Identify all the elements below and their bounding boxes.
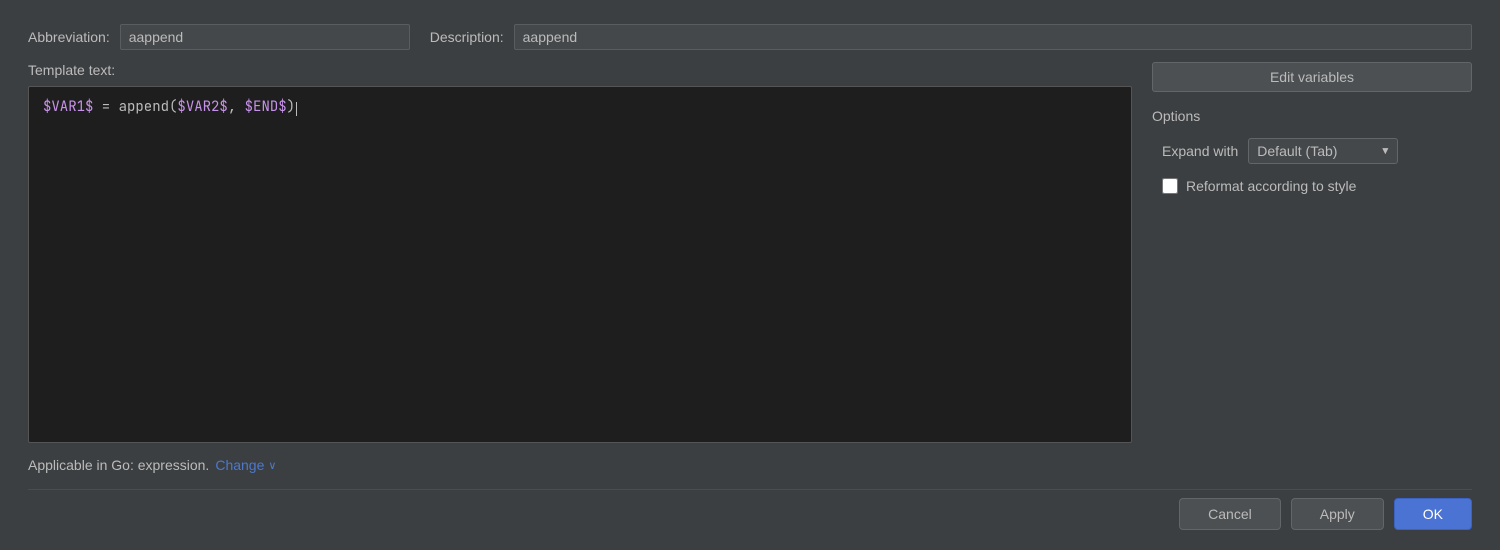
options-section: Options Expand with Default (Tab) Tab En… <box>1152 108 1472 194</box>
abbreviation-input[interactable] <box>120 24 410 50</box>
abbreviation-group: Abbreviation: <box>28 24 410 50</box>
code-eq: = <box>93 98 118 116</box>
options-panel: Edit variables Options Expand with Defau… <box>1152 62 1472 473</box>
code-var2: $VAR2$ <box>177 98 227 116</box>
bottom-bar: Cancel Apply OK <box>28 489 1472 530</box>
main-content-area: Template text: $VAR1$ = append($VAR2$, $… <box>28 62 1472 473</box>
dialog-container: Abbreviation: Description: Template text… <box>0 0 1500 550</box>
apply-button[interactable]: Apply <box>1291 498 1384 530</box>
change-chevron-icon: ∨ <box>268 459 276 472</box>
applicable-row: Applicable in Go: expression. Change ∨ <box>28 457 1132 473</box>
reformat-label[interactable]: Reformat according to style <box>1186 178 1356 194</box>
description-group: Description: <box>430 24 1472 50</box>
expand-with-select-wrapper: Default (Tab) Tab Enter Space ▼ <box>1248 138 1398 164</box>
expand-with-row: Expand with Default (Tab) Tab Enter Spac… <box>1152 138 1472 164</box>
code-end: $END$ <box>245 98 287 116</box>
code-comma: , <box>228 98 245 116</box>
code-fn: append( <box>119 98 178 116</box>
template-code-display[interactable]: $VAR1$ = append($VAR2$, $END$) <box>28 86 1132 443</box>
template-text-label: Template text: <box>28 62 1132 78</box>
expand-with-select[interactable]: Default (Tab) Tab Enter Space <box>1248 138 1398 164</box>
options-title: Options <box>1152 108 1472 124</box>
fields-row: Abbreviation: Description: <box>28 24 1472 50</box>
edit-variables-button[interactable]: Edit variables <box>1152 62 1472 92</box>
code-close: ) <box>287 98 295 116</box>
ok-button[interactable]: OK <box>1394 498 1472 530</box>
change-link[interactable]: Change ∨ <box>215 457 276 473</box>
template-editor-wrap: Template text: $VAR1$ = append($VAR2$, $… <box>28 62 1132 473</box>
expand-with-label: Expand with <box>1162 143 1238 159</box>
reformat-checkbox[interactable] <box>1162 178 1178 194</box>
description-label: Description: <box>430 29 504 45</box>
description-input[interactable] <box>514 24 1472 50</box>
change-label: Change <box>215 457 264 473</box>
text-cursor <box>296 102 297 116</box>
cancel-button[interactable]: Cancel <box>1179 498 1281 530</box>
reformat-row: Reformat according to style <box>1152 178 1472 194</box>
abbreviation-label: Abbreviation: <box>28 29 110 45</box>
applicable-text: Applicable in Go: expression. <box>28 457 209 473</box>
code-var1: $VAR1$ <box>43 98 93 116</box>
